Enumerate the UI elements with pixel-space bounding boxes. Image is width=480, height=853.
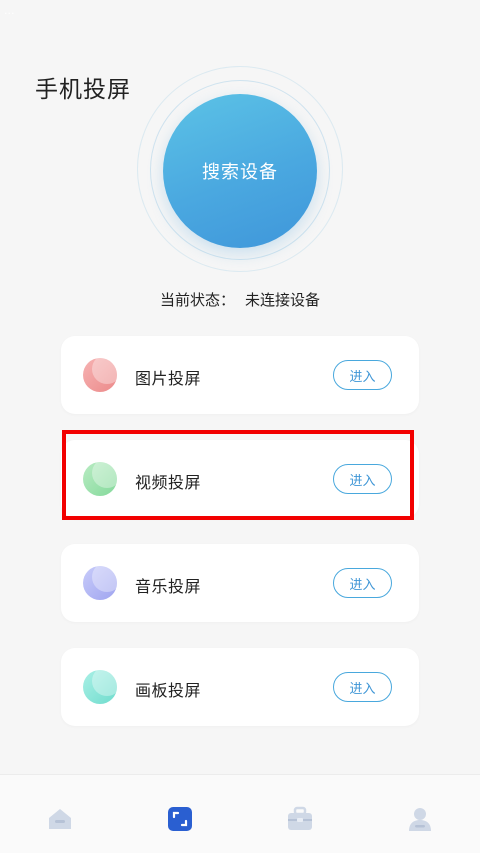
connection-status: 当前状态： 未连接设备 (0, 289, 480, 310)
enter-button[interactable]: 进入 (333, 568, 392, 598)
toolbox-icon (288, 806, 312, 830)
page-title: 手机投屏 (35, 77, 131, 103)
connection-status-label: 当前状态： (159, 291, 235, 309)
card-label: 音乐投屏 (135, 577, 202, 596)
card-label: 视频投屏 (135, 473, 202, 492)
image-cast-dot-icon (83, 358, 117, 392)
enter-button[interactable]: 进入 (333, 464, 392, 494)
enter-button[interactable]: 进入 (333, 360, 392, 390)
home-icon (49, 809, 71, 829)
card-label: 图片投屏 (135, 369, 202, 388)
nav-tools-tab[interactable] (280, 799, 320, 839)
search-devices-button[interactable]: 搜索设备 (163, 94, 317, 248)
person-icon (409, 808, 431, 831)
nav-profile-tab[interactable] (400, 799, 440, 839)
card-board-cast[interactable]: 画板投屏 进入 (61, 648, 419, 726)
screen: ... 手机投屏 搜索设备 当前状态： 未连接设备 图片投屏 进入 视频投屏 进入… (0, 0, 480, 853)
nav-home-tab[interactable] (40, 799, 80, 839)
search-devices-label: 搜索设备 (202, 162, 278, 183)
signal-indicator: ... (4, 4, 15, 17)
nav-cast-tab[interactable] (160, 799, 200, 839)
screen-cast-icon (168, 807, 192, 831)
enter-button[interactable]: 进入 (333, 672, 392, 702)
music-cast-dot-icon (83, 566, 117, 600)
video-cast-dot-icon (83, 462, 117, 496)
card-music-cast[interactable]: 音乐投屏 进入 (61, 544, 419, 622)
status-bar: ... (0, 0, 480, 26)
card-image-cast[interactable]: 图片投屏 进入 (61, 336, 419, 414)
bottom-nav (0, 774, 480, 853)
card-video-cast[interactable]: 视频投屏 进入 (61, 440, 419, 518)
connection-status-value: 未连接设备 (245, 291, 321, 309)
board-cast-dot-icon (83, 670, 117, 704)
card-label: 画板投屏 (135, 681, 202, 700)
